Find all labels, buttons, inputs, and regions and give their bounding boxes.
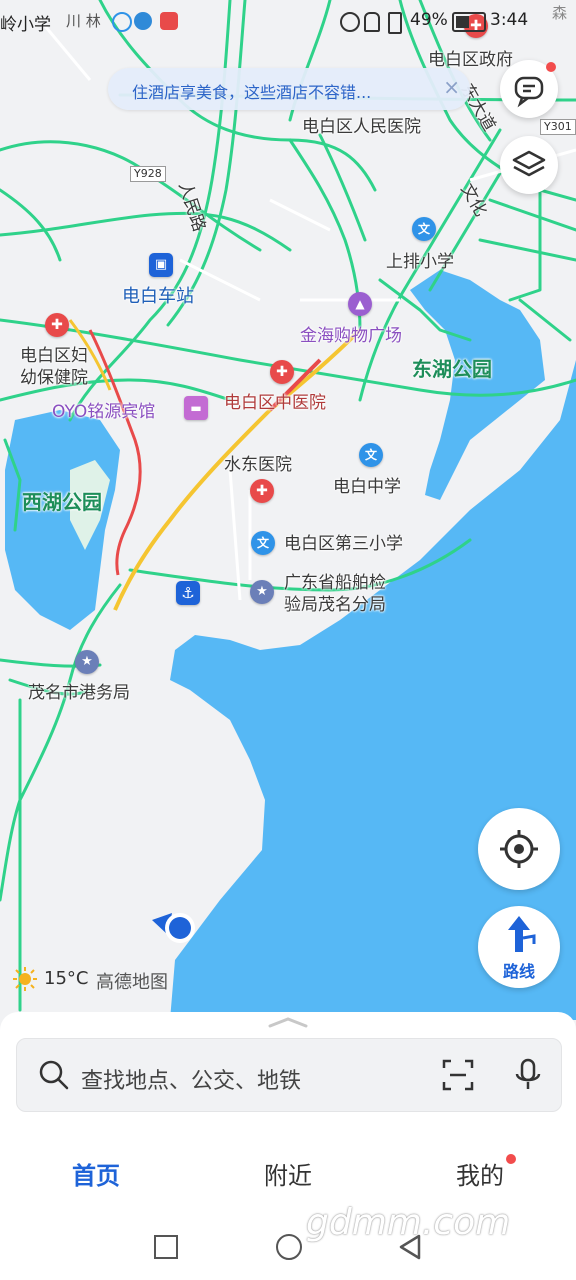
layers-icon (512, 150, 546, 177)
promo-banner-text[interactable]: 住酒店享美食，这些酒店不容错... (132, 79, 371, 103)
corner-text: 森 (552, 4, 568, 22)
signal-icon: 川 林 (66, 12, 101, 30)
home-icon[interactable] (276, 1234, 302, 1260)
hotel-icon[interactable]: ▬ (184, 396, 208, 420)
app-notification-icon (160, 12, 178, 30)
layers-button[interactable] (500, 136, 558, 194)
search-input[interactable]: 查找地点、公交、地铁 (81, 1063, 301, 1095)
poi-maternal-hospital-1[interactable]: 电白区妇 (20, 346, 88, 366)
star-icon[interactable]: ★ (75, 650, 99, 674)
locate-button[interactable] (478, 808, 560, 890)
status-bar: 岭小学 川 林 49% 3:44 森 (0, 0, 576, 42)
poi-maternal-hospital-2[interactable]: 幼保健院 (20, 368, 88, 388)
road-badge-y301: Y301 (540, 119, 576, 135)
poi-donghu-park[interactable]: 东湖公园 (412, 359, 492, 379)
tab-home[interactable]: 首页 (72, 1156, 120, 1191)
current-location-dot (169, 917, 191, 939)
app-notification-icon (134, 12, 152, 30)
battery-percent: 49% (410, 10, 448, 30)
poi-ship-bureau-2[interactable]: 验局茂名分局 (284, 595, 386, 615)
school-icon[interactable]: 文 (251, 531, 275, 555)
poi-shangpai-school[interactable]: 上排小学 (386, 252, 454, 272)
poi-xihu-park[interactable]: 西湖公园 (22, 492, 102, 512)
road-badge-y928: Y928 (130, 166, 166, 182)
battery-icon (452, 12, 486, 32)
poi-middle-school[interactable]: 电白中学 (333, 477, 401, 497)
vibrate-icon (388, 12, 402, 34)
route-button[interactable]: 路线 (478, 906, 560, 988)
system-nav-bar (0, 1210, 576, 1280)
mall-icon[interactable]: ▲ (348, 292, 372, 316)
notification-dot (546, 62, 556, 72)
poi-people-hospital[interactable]: 电白区人民医院 (302, 117, 421, 137)
hospital-icon[interactable]: ✚ (270, 360, 294, 384)
hospital-icon[interactable]: ✚ (45, 313, 69, 337)
tab-mine[interactable]: 我的 (456, 1156, 504, 1191)
notification-dot (506, 1154, 516, 1164)
map-canvas[interactable]: 人民路 Y928 Y301 东大道 文化 ✚ 电白区政府 电白区人民医院 文 上… (0, 0, 576, 1020)
scan-icon[interactable] (441, 1058, 475, 1092)
weather-temp: 15°C (44, 968, 89, 989)
route-label: 路线 (502, 962, 535, 981)
recent-apps-icon[interactable] (154, 1235, 178, 1259)
status-carrier-text: 岭小学 (0, 15, 51, 35)
school-icon[interactable]: 文 (359, 443, 383, 467)
promo-banner[interactable]: 住酒店享美食，这些酒店不容错... × (108, 68, 470, 110)
anchor-icon[interactable]: ⚓ (176, 581, 200, 605)
poi-port-bureau[interactable]: 茂名市港务局 (28, 683, 130, 703)
back-icon[interactable] (397, 1234, 423, 1260)
poi-bus-station[interactable]: 电白车站 (122, 287, 194, 307)
tab-nearby[interactable]: 附近 (264, 1156, 312, 1191)
microphone-icon[interactable] (511, 1058, 545, 1092)
bus-station-icon[interactable]: ▣ (149, 253, 173, 277)
location-icon (364, 12, 380, 32)
poi-tcm-hospital[interactable]: 电白区中医院 (224, 393, 326, 413)
hospital-icon[interactable]: ✚ (250, 479, 274, 503)
school-icon[interactable]: 文 (412, 217, 436, 241)
poi-shuidong-hospital[interactable]: 水东医院 (224, 455, 292, 475)
star-icon[interactable]: ★ (250, 580, 274, 604)
provider-logo: 高德地图 (96, 972, 168, 993)
close-icon[interactable]: × (443, 75, 460, 99)
sun-icon (12, 966, 38, 992)
message-button[interactable] (500, 60, 558, 118)
clock: 3:44 (490, 10, 529, 30)
alarm-icon (340, 12, 360, 32)
poi-third-primary[interactable]: 电白区第三小学 (284, 534, 403, 554)
poi-ship-bureau-1[interactable]: 广东省船舶检 (284, 573, 386, 593)
poi-jinhai-mall[interactable]: 金海购物广场 (300, 326, 402, 346)
search-bar[interactable]: 查找地点、公交、地铁 (16, 1038, 562, 1112)
drag-handle-icon[interactable] (268, 1016, 308, 1028)
search-icon (39, 1060, 69, 1090)
poi-oyo-hotel[interactable]: OYO铭源宾馆 (52, 402, 155, 422)
app-notification-icon (112, 12, 132, 32)
crosshair-icon (500, 830, 538, 868)
